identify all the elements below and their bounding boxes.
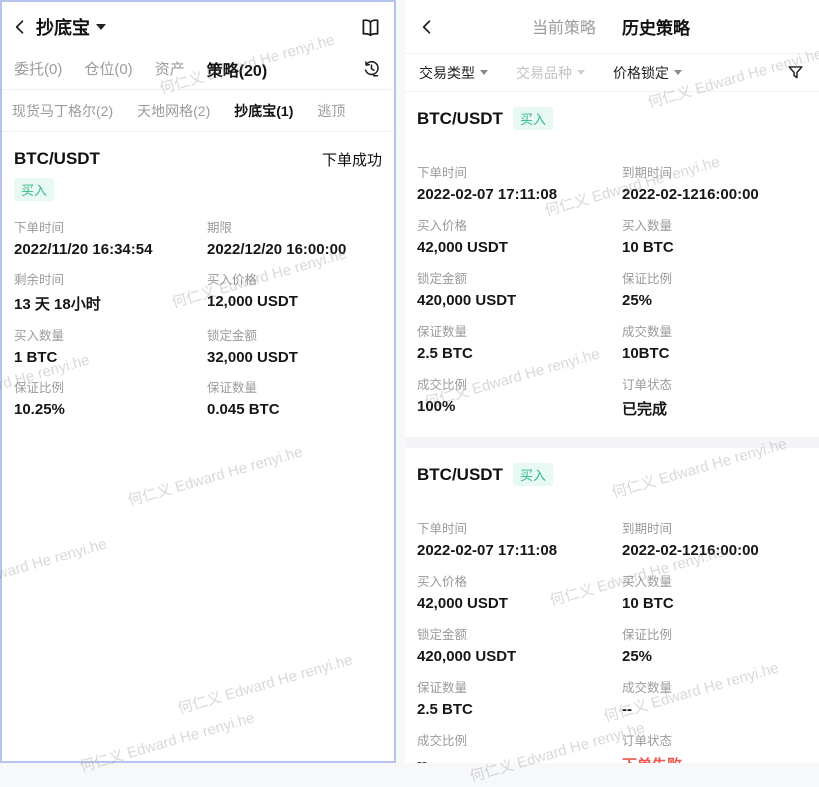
back-chevron-icon	[10, 17, 30, 37]
history-strategy-panel: 当前策略 历史策略 交易类型 交易品种 价格锁定 BTC/USDT	[405, 0, 819, 763]
right-header: 当前策略 历史策略	[405, 0, 819, 54]
pair-name: BTC/USDT	[417, 109, 503, 129]
field-order-status: 订单状态 下单失败	[622, 730, 807, 763]
order-fields: 下单时间 2022-02-07 17:11:08 到期时间 2022-02-12…	[417, 518, 807, 763]
field-margin-ratio: 保证比例 25%	[622, 268, 807, 309]
subtab-grid[interactable]: 天地网格(2)	[137, 101, 210, 121]
field-margin-amount: 保证数量 2.5 BTC	[417, 321, 622, 362]
filter-trade-pair[interactable]: 交易品种	[516, 63, 585, 83]
subtab-top-escape[interactable]: 逃顶	[317, 101, 345, 121]
tab-history-strategy[interactable]: 历史策略	[622, 14, 690, 39]
field-order-time: 下单时间 2022/11/20 16:34:54	[14, 217, 207, 258]
field-buy-amount: 买入数量 10 BTC	[622, 215, 807, 256]
field-term: 期限 2022/12/20 16:00:00	[207, 217, 382, 258]
field-order-time: 下单时间 2022-02-07 17:11:08	[417, 162, 622, 203]
funnel-icon	[786, 63, 805, 82]
order-fields: 下单时间 2022/11/20 16:34:54 期限 2022/12/20 1…	[14, 217, 382, 418]
back-button-right[interactable]	[417, 17, 437, 37]
filter-price-lock[interactable]: 价格锁定	[613, 63, 682, 83]
left-header: 抄底宝	[2, 2, 394, 48]
filter-button[interactable]	[786, 63, 805, 82]
field-time-left: 剩余时间 13 天 18小时	[14, 269, 207, 314]
pair-name: BTC/USDT	[14, 149, 100, 169]
side-badge: 买入	[14, 178, 54, 201]
field-margin-ratio: 保证比例 25%	[622, 624, 807, 665]
chevron-down-icon	[480, 70, 488, 75]
field-buy-amount: 买入数量 1 BTC	[14, 325, 207, 366]
field-margin-amount: 保证数量 2.5 BTC	[417, 677, 622, 718]
field-locked-amount: 锁定金额 420,000 USDT	[417, 624, 622, 665]
chevron-down-icon[interactable]	[96, 24, 106, 30]
side-badge: 买入	[513, 107, 553, 130]
back-button[interactable]	[10, 17, 30, 37]
back-chevron-icon	[417, 17, 437, 37]
tab-strategies[interactable]: 策略(20)	[207, 57, 267, 81]
field-order-time: 下单时间 2022-02-07 17:11:08	[417, 518, 622, 559]
chevron-down-icon	[674, 70, 682, 75]
field-buy-price: 买入价格 12,000 USDT	[207, 269, 382, 314]
history-card[interactable]: BTC/USDT 买入 下单时间 2022-02-07 17:11:08 到期时…	[405, 448, 819, 763]
field-filled-ratio: 成交比例 --	[417, 730, 622, 763]
subtab-dip-buy[interactable]: 抄底宝(1)	[234, 101, 293, 121]
field-buy-amount: 买入数量 10 BTC	[622, 571, 807, 612]
field-expire-time: 到期时间 2022-02-1216:00:00	[622, 518, 807, 559]
strategy-card[interactable]: BTC/USDT 下单成功 买入 下单时间 2022/11/20 16:34:5…	[2, 132, 394, 435]
field-locked-amount: 锁定金额 420,000 USDT	[417, 268, 622, 309]
tab-current-strategy[interactable]: 当前策略	[532, 14, 596, 39]
field-margin-amount: 保证数量 0.045 BTC	[207, 377, 382, 418]
field-filled-amount: 成交数量 10BTC	[622, 321, 807, 362]
side-badge: 买入	[513, 463, 553, 486]
strategy-type-tabs: 现货马丁格尔(2) 天地网格(2) 抄底宝(1) 逃顶	[2, 90, 394, 132]
field-locked-amount: 锁定金额 32,000 USDT	[207, 325, 382, 366]
filter-trade-type[interactable]: 交易类型	[419, 63, 488, 83]
order-fields: 下单时间 2022-02-07 17:11:08 到期时间 2022-02-12…	[417, 162, 807, 419]
tab-positions[interactable]: 仓位(0)	[84, 58, 132, 79]
docs-button[interactable]	[359, 16, 382, 39]
filter-bar: 交易类型 交易品种 价格锁定	[405, 54, 819, 92]
status-badge: 下单失败	[622, 754, 807, 763]
field-expire-time: 到期时间 2022-02-1216:00:00	[622, 162, 807, 203]
history-card[interactable]: BTC/USDT 买入 下单时间 2022-02-07 17:11:08 到期时…	[405, 92, 819, 437]
account-tabs: 委托(0) 仓位(0) 资产 策略(20)	[2, 48, 394, 90]
tab-assets[interactable]: 资产	[155, 58, 185, 79]
subtab-spot-martingale[interactable]: 现货马丁格尔(2)	[12, 101, 113, 121]
status-badge: 已完成	[622, 398, 807, 419]
field-buy-price: 买入价格 42,000 USDT	[417, 571, 622, 612]
page-title[interactable]: 抄底宝	[36, 14, 90, 40]
pair-name: BTC/USDT	[417, 465, 503, 485]
open-book-icon	[359, 16, 382, 39]
strategy-detail-panel: 抄底宝 委托(0) 仓位(0) 资产 策略(20)	[0, 0, 396, 763]
chevron-down-icon	[577, 70, 585, 75]
tab-entrust[interactable]: 委托(0)	[14, 58, 62, 79]
field-filled-amount: 成交数量 --	[622, 677, 807, 718]
field-buy-price: 买入价格 42,000 USDT	[417, 215, 622, 256]
field-margin-ratio: 保证比例 10.25%	[14, 377, 207, 418]
clock-history-icon	[361, 58, 382, 79]
field-order-status: 订单状态 已完成	[622, 374, 807, 419]
history-button[interactable]	[361, 58, 382, 79]
order-status: 下单成功	[322, 149, 382, 170]
field-filled-ratio: 成交比例 100%	[417, 374, 622, 419]
